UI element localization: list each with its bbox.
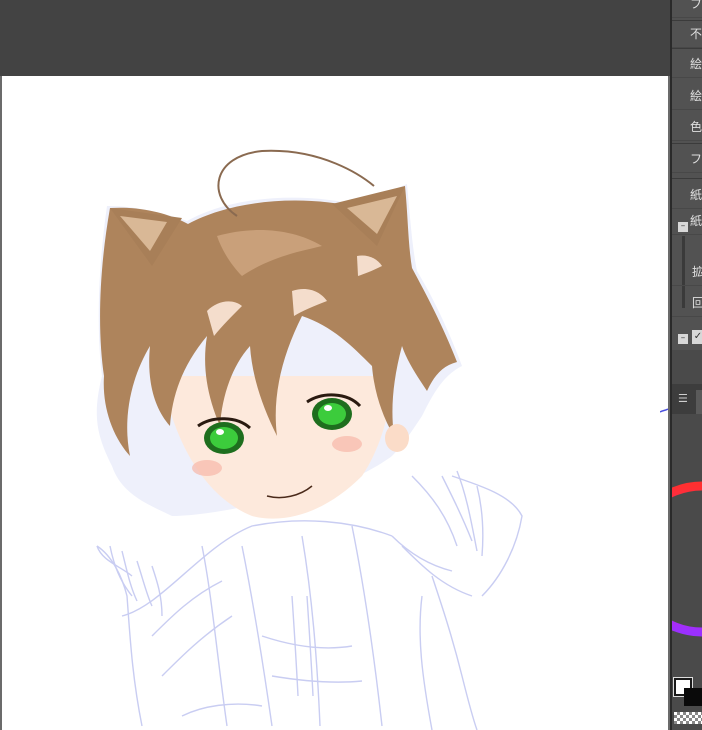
collapse-icon[interactable]: –: [678, 334, 688, 344]
menu-item-label: 絵: [690, 57, 702, 71]
menu-item[interactable]: 色: [672, 113, 702, 141]
context-menu: フ 不 絵 絵 色 フ 紙 紙 – 拡 回 – ✓: [672, 0, 702, 350]
menu-item-label: 拡: [692, 265, 702, 279]
collapse-icon[interactable]: –: [678, 222, 688, 232]
menu-separator: [672, 48, 702, 49]
menu-separator: [672, 178, 702, 179]
canvas-area[interactable]: [0, 76, 670, 730]
panel-tab[interactable]: [696, 390, 702, 414]
menu-item-label: 絵: [690, 89, 702, 103]
menu-item-label: 紙: [690, 188, 702, 202]
menu-item[interactable]: 紙: [672, 181, 702, 209]
menu-separator: [672, 143, 702, 144]
menu-item-label: 紙: [690, 214, 702, 228]
background-color-swatch[interactable]: [684, 688, 702, 706]
menu-item-label: 不: [690, 27, 702, 41]
menu-item[interactable]: フ: [672, 145, 702, 173]
drawing-canvas[interactable]: [2, 76, 668, 730]
menu-item-label: フ: [690, 0, 702, 11]
menu-item-label: フ: [690, 152, 702, 166]
artwork: [96, 149, 523, 730]
color-panel-header: ☰: [672, 384, 702, 414]
menu-item[interactable]: 不: [672, 20, 702, 48]
panel-menu-icon[interactable]: ☰: [678, 393, 690, 405]
menu-item[interactable]: 絵: [672, 50, 702, 78]
menu-item[interactable]: 回: [672, 289, 702, 317]
menu-item-label: 回: [692, 296, 702, 310]
check-icon[interactable]: ✓: [692, 330, 702, 344]
toolbar-area: [0, 0, 670, 76]
menu-item[interactable]: 拡: [672, 258, 702, 286]
transparent-color-swatch[interactable]: [674, 712, 702, 724]
right-panel: フ 不 絵 絵 色 フ 紙 紙 – 拡 回 – ✓ ☰: [672, 0, 702, 730]
menu-item[interactable]: フ: [672, 0, 702, 18]
character-head: [96, 149, 462, 519]
menu-item-label: 色: [690, 120, 702, 134]
stray-mark: [660, 408, 668, 413]
menu-item[interactable]: 絵: [672, 82, 702, 110]
